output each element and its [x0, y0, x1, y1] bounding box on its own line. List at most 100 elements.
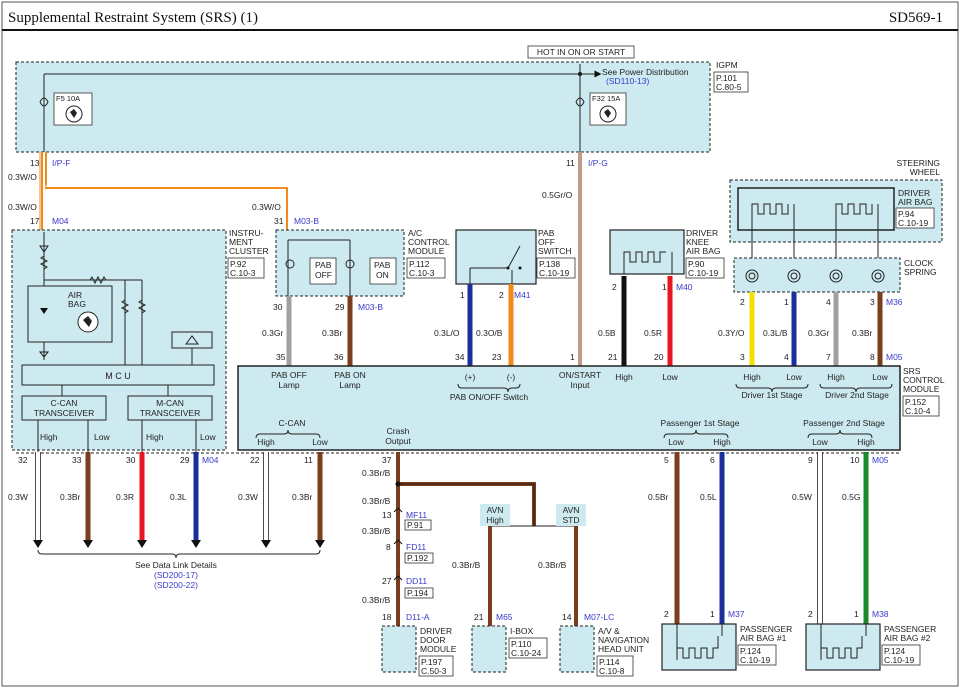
svg-text:PAB: PAB — [374, 260, 391, 270]
svg-text:M04: M04 — [202, 455, 219, 465]
svg-text:2: 2 — [499, 290, 504, 300]
svg-text:C.50-3: C.50-3 — [421, 666, 447, 676]
data-link-label: See Data Link Details — [135, 560, 217, 570]
svg-text:33: 33 — [72, 455, 82, 465]
svg-text:Lamp: Lamp — [278, 380, 300, 390]
svg-text:D11-A: D11-A — [406, 612, 430, 622]
svg-text:CLUSTER: CLUSTER — [229, 246, 269, 256]
svg-text:0.3O/B: 0.3O/B — [476, 328, 503, 338]
svg-text:8: 8 — [870, 352, 875, 362]
page-code: SD569-1 — [889, 10, 943, 26]
svg-text:14: 14 — [562, 612, 572, 622]
svg-text:C.10-8: C.10-8 — [599, 666, 625, 676]
driver-door-module — [381, 625, 417, 673]
svg-text:17: 17 — [30, 216, 40, 226]
fuse2-label: F32 15A — [592, 94, 620, 103]
svg-text:0.5L: 0.5L — [700, 492, 717, 502]
svg-text:20: 20 — [654, 352, 664, 362]
svg-text:PAB ON/OFF Switch: PAB ON/OFF Switch — [450, 392, 529, 402]
svg-text:High: High — [146, 432, 164, 442]
svg-text:22: 22 — [250, 455, 260, 465]
svg-text:0.3W: 0.3W — [8, 492, 28, 502]
svg-text:AIR BAG: AIR BAG — [686, 246, 720, 256]
svg-text:M03-B: M03-B — [358, 302, 383, 312]
svg-text:30: 30 — [273, 302, 283, 312]
svg-text:0.3W/O: 0.3W/O — [252, 202, 281, 212]
svg-text:I/P-G: I/P-G — [588, 158, 608, 168]
svg-text:I/P-F: I/P-F — [52, 158, 70, 168]
svg-text:0.5G: 0.5G — [842, 492, 860, 502]
svg-text:4: 4 — [826, 297, 831, 307]
svg-text:6: 6 — [710, 455, 715, 465]
svg-text:P.194: P.194 — [407, 588, 428, 598]
svg-text:34: 34 — [455, 352, 465, 362]
svg-text:OFF: OFF — [315, 270, 332, 280]
svg-text:29: 29 — [335, 302, 345, 312]
svg-text:C.10-3: C.10-3 — [230, 268, 256, 278]
svg-text:13: 13 — [30, 158, 40, 168]
svg-text:SPRING: SPRING — [904, 267, 937, 277]
svg-text:High: High — [615, 372, 633, 382]
svg-text:High: High — [713, 437, 731, 447]
svg-text:0.5R: 0.5R — [644, 328, 662, 338]
svg-text:(SD200-17): (SD200-17) — [154, 570, 198, 580]
svg-text:2: 2 — [664, 609, 669, 619]
svg-text:1: 1 — [710, 609, 715, 619]
svg-text:PAB: PAB — [315, 260, 332, 270]
svg-text:P.91: P.91 — [407, 520, 424, 530]
svg-text:C.10-19: C.10-19 — [539, 268, 570, 278]
svg-text:STD: STD — [563, 515, 580, 525]
svg-text:MF11: MF11 — [406, 510, 427, 520]
svg-text:ON/START: ON/START — [559, 370, 601, 380]
svg-text:M41: M41 — [514, 290, 531, 300]
svg-text:Low: Low — [872, 372, 888, 382]
svg-text:Output: Output — [385, 436, 411, 446]
svg-text:0.3L/O: 0.3L/O — [434, 328, 460, 338]
svg-text:36: 36 — [334, 352, 344, 362]
svg-text:C.10-19: C.10-19 — [898, 218, 929, 228]
svg-text:HEAD UNIT: HEAD UNIT — [598, 644, 644, 654]
see-power-ref: (SD110-13) — [606, 76, 649, 86]
srs-wiring-diagram: Supplemental Restraint System (SRS) (1) … — [1, 1, 959, 687]
svg-text:3: 3 — [740, 352, 745, 362]
svg-text:30: 30 — [126, 455, 136, 465]
svg-text:0.3Br/B: 0.3Br/B — [362, 595, 391, 605]
svg-text:27: 27 — [382, 576, 392, 586]
driver-knee-airbag — [609, 229, 685, 275]
svg-text:0.5Br: 0.5Br — [648, 492, 668, 502]
svg-text:2: 2 — [740, 297, 745, 307]
svg-text:M38: M38 — [872, 609, 889, 619]
svg-text:I-BOX: I-BOX — [510, 626, 533, 636]
svg-text:AVN: AVN — [563, 505, 580, 515]
svg-text:(SD200-22): (SD200-22) — [154, 580, 198, 590]
svg-text:Low: Low — [662, 372, 678, 382]
svg-text:M36: M36 — [886, 297, 903, 307]
pab-off-switch — [455, 229, 537, 285]
svg-text:18: 18 — [382, 612, 392, 622]
svg-text:Low: Low — [668, 437, 684, 447]
svg-text:DD11: DD11 — [406, 576, 427, 586]
svg-text:1: 1 — [570, 352, 575, 362]
svg-text:FD11: FD11 — [406, 542, 426, 552]
svg-text:Driver 1st Stage: Driver 1st Stage — [742, 390, 803, 400]
svg-text:TRANSCEIVER: TRANSCEIVER — [140, 408, 200, 418]
svg-text:29: 29 — [180, 455, 190, 465]
svg-text:2: 2 — [808, 609, 813, 619]
svg-text:Driver 2nd Stage: Driver 2nd Stage — [825, 390, 889, 400]
svg-text:37: 37 — [382, 455, 392, 465]
svg-text:0.5W: 0.5W — [792, 492, 812, 502]
svg-text:0.3Br: 0.3Br — [60, 492, 80, 502]
svg-text:Input: Input — [571, 380, 591, 390]
svg-text:0.3Gr: 0.3Gr — [808, 328, 829, 338]
svg-text:0.3Y/O: 0.3Y/O — [718, 328, 745, 338]
igpm-name: IGPM — [716, 60, 738, 70]
svg-text:High: High — [486, 515, 504, 525]
ibox — [471, 625, 507, 673]
svg-text:AIR BAG #1: AIR BAG #1 — [740, 633, 787, 643]
svg-text:1: 1 — [460, 290, 465, 300]
svg-text:M-CAN: M-CAN — [156, 398, 184, 408]
svg-text:31: 31 — [274, 216, 284, 226]
driver-airbag — [737, 187, 895, 231]
svg-text:M65: M65 — [496, 612, 513, 622]
svg-text:1: 1 — [784, 297, 789, 307]
